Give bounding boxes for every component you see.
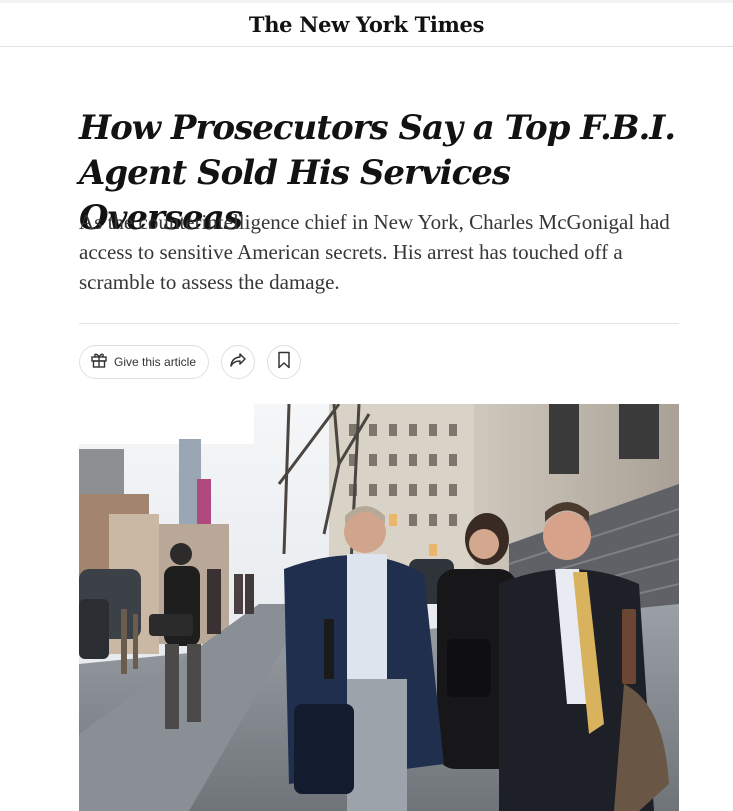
nyt-logo[interactable]: The New York Times (249, 12, 485, 37)
article-summary: As the counterintelligence chief in New … (79, 210, 670, 294)
gift-icon (90, 351, 108, 374)
bookmark-icon (277, 351, 291, 374)
bookmark-button[interactable] (267, 345, 302, 379)
share-button[interactable] (221, 345, 256, 379)
headline-line-1: How Prosecutors Say a Top F.B.I. (79, 108, 676, 148)
divider (79, 323, 679, 324)
masthead: The New York Times (0, 0, 733, 47)
give-article-button[interactable]: Give this article (79, 345, 210, 379)
share-tools: Give this article (79, 345, 302, 379)
share-icon (229, 351, 247, 374)
give-article-label: Give this article (114, 355, 197, 369)
article-lead-photo (79, 404, 679, 811)
